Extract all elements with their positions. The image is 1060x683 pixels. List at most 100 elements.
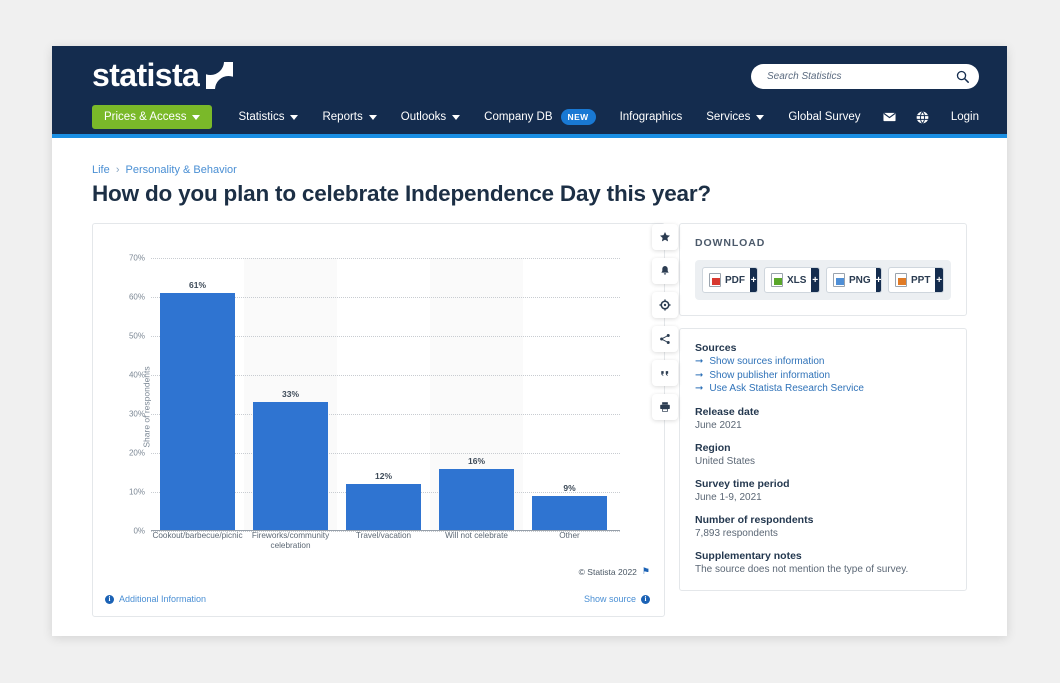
- source-link[interactable]: ➞ Show sources information: [695, 356, 951, 367]
- sidebar: DOWNLOAD PDF + XLS + PNG + PPT + Sources ➞ Show …: [679, 223, 967, 591]
- download-button-main[interactable]: PNG: [827, 268, 876, 292]
- page-root: statista Prices & Access Sta: [0, 0, 1060, 683]
- download-pdf-button[interactable]: PDF +: [702, 267, 758, 293]
- y-axis-tick: 20%: [128, 448, 145, 458]
- download-title: DOWNLOAD: [695, 237, 766, 249]
- additional-information-label: Additional Information: [119, 594, 207, 604]
- download-button-label: PNG: [849, 274, 871, 286]
- nav-item-services[interactable]: Services: [706, 111, 765, 123]
- metadata-label: Region: [695, 441, 731, 454]
- download-button-main[interactable]: XLS: [765, 268, 811, 292]
- search-box[interactable]: [751, 64, 979, 89]
- download-options-toggle[interactable]: +: [750, 268, 757, 292]
- main-nav: Prices & Access Statistics Reports Outlo…: [92, 104, 885, 130]
- bar[interactable]: [532, 495, 607, 531]
- ppt-file-icon: [895, 273, 907, 287]
- logo-text: statista: [92, 57, 200, 93]
- source-link-label: Show sources information: [709, 356, 825, 367]
- x-axis-tick: Other: [559, 531, 580, 540]
- bar-value-label: 61%: [188, 280, 206, 291]
- search-icon[interactable]: [956, 70, 969, 83]
- source-link[interactable]: ➞ Use Ask Statista Research Service: [695, 383, 951, 394]
- source-link[interactable]: ➞ Show publisher information: [695, 370, 951, 381]
- bar-cell: 12%: [337, 258, 430, 531]
- download-button-label: PPT: [911, 274, 931, 286]
- download-options-toggle[interactable]: +: [935, 268, 943, 292]
- metadata-value: June 1-9, 2021: [695, 491, 762, 503]
- x-axis-tick: Cookout/barbecue/picnic: [152, 531, 243, 540]
- browser-window: statista Prices & Access Sta: [52, 46, 1007, 636]
- download-ppt-button[interactable]: PPT +: [888, 267, 944, 293]
- nav-item-infographics[interactable]: Infographics: [620, 111, 683, 123]
- nav-label: Statistics: [238, 111, 285, 123]
- download-options-toggle[interactable]: +: [811, 268, 819, 292]
- new-badge: NEW: [560, 109, 596, 125]
- metadata-value: The source does not mention the type of …: [695, 563, 909, 575]
- bar[interactable]: [253, 402, 328, 531]
- show-source-label: Show source: [583, 594, 636, 604]
- nav-label: Outlooks: [400, 111, 447, 123]
- chart-card: Share of respondents 0% 10% 20% 30% 40% 50% 60…: [92, 223, 678, 617]
- bar-series: 61% 33% 12% 16% 9%: [151, 258, 616, 531]
- statista-logo-mark-icon: [206, 61, 234, 89]
- nav-label: Prices & Access: [104, 111, 187, 123]
- breadcrumb: Life › Personality & Behavior: [92, 164, 967, 176]
- metadata-label: Release date: [695, 405, 760, 418]
- chevron-down-icon: [290, 114, 299, 120]
- metadata-value: June 2021: [695, 419, 742, 431]
- bar[interactable]: [160, 293, 235, 531]
- y-axis-tick: 50%: [128, 331, 145, 341]
- y-axis-tick: 60%: [128, 292, 145, 302]
- y-axis-tick: 40%: [128, 370, 145, 380]
- source-link-label: Use Ask Statista Research Service: [709, 383, 864, 394]
- bar-cell: 16%: [430, 258, 523, 531]
- metadata-value: United States: [695, 455, 756, 467]
- nav-item-reports[interactable]: Reports: [322, 111, 377, 123]
- chart-footer: © Statista 2022 ⚑ i Additional Informati…: [93, 560, 664, 616]
- additional-information-link[interactable]: i Additional Information: [105, 594, 206, 604]
- y-axis-tick: 10%: [128, 487, 145, 497]
- download-png-button[interactable]: PNG +: [826, 267, 882, 293]
- breadcrumb-current[interactable]: Personality & Behavior: [126, 164, 237, 176]
- download-xls-button[interactable]: XLS +: [764, 267, 820, 293]
- nav-label: Company DB: [484, 111, 553, 123]
- breadcrumb-root[interactable]: Life: [92, 164, 110, 176]
- bar[interactable]: [346, 484, 421, 531]
- plot: 0% 10% 20% 30% 40% 50% 60% 70% 61% 33% 12% 16% 9%: [129, 254, 620, 536]
- nav-label: Reports: [322, 111, 363, 123]
- chevron-down-icon: [368, 114, 377, 120]
- copyright-text: © Statista 2022: [578, 566, 637, 577]
- download-options-toggle[interactable]: +: [875, 268, 881, 292]
- metadata-label: Survey time period: [695, 477, 790, 490]
- y-axis-tick: 30%: [128, 409, 145, 419]
- download-button-main[interactable]: PDF: [703, 268, 750, 292]
- globe-icon[interactable]: [916, 110, 929, 124]
- bar-value-label: 16%: [467, 455, 485, 466]
- bar-value-label: 9%: [563, 482, 576, 493]
- nav-item-global-survey[interactable]: Global Survey: [788, 111, 860, 123]
- download-button-main[interactable]: PPT: [889, 268, 935, 292]
- metadata-label: Supplementary notes: [695, 549, 802, 562]
- info-icon: i: [105, 594, 114, 604]
- login-button[interactable]: Login: [951, 111, 979, 123]
- download-button-label: XLS: [787, 274, 807, 286]
- details-panel: Sources ➞ Show sources information ➞ Show p…: [679, 328, 967, 591]
- nav-item-statistics[interactable]: Statistics: [238, 111, 299, 123]
- x-axis-tick: Travel/vacation: [355, 531, 412, 540]
- envelope-icon[interactable]: [883, 112, 896, 122]
- bar[interactable]: [439, 468, 514, 531]
- statista-logo[interactable]: statista: [92, 57, 234, 93]
- nav-label: Services: [706, 111, 751, 123]
- show-source-link[interactable]: Show source i: [584, 594, 650, 604]
- flag-icon[interactable]: ⚑: [642, 566, 650, 577]
- copyright-note: © Statista 2022 ⚑: [579, 566, 650, 577]
- content-columns: Share of respondents 0% 10% 20% 30% 40% 50% 60…: [92, 223, 967, 617]
- nav-item-company-db[interactable]: Company DB NEW: [484, 109, 596, 125]
- bar-cell: 9%: [523, 258, 616, 531]
- nav-item-outlooks[interactable]: Outlooks: [400, 111, 461, 123]
- search-input[interactable]: [765, 70, 956, 83]
- nav-item-prices-access[interactable]: Prices & Access: [92, 105, 213, 129]
- download-button-label: PDF: [725, 274, 745, 286]
- source-link-label: Show publisher information: [709, 369, 831, 381]
